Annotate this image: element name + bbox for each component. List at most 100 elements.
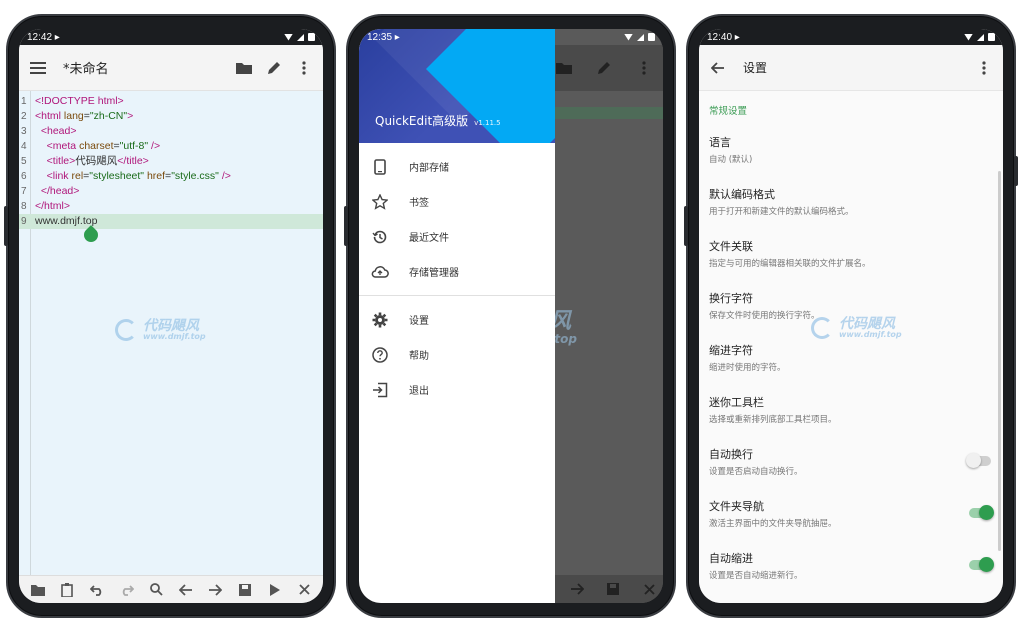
folder-open-icon[interactable]	[233, 57, 255, 79]
screenshot-stage: 12:42 ▸ *未命名 1 <!DOCTYPE html> 2 <html l…	[0, 0, 1024, 630]
help-icon	[371, 346, 389, 364]
redo-icon[interactable]	[117, 580, 137, 600]
drawer-menu-bottom: 设置帮助退出	[359, 302, 555, 407]
code-line[interactable]: 6 <link rel="stylesheet" href="style.css…	[19, 169, 323, 184]
settings-item-title: 默认编码格式	[709, 187, 775, 201]
drawer-item-label: 退出	[409, 386, 429, 397]
close-icon[interactable]	[294, 580, 314, 600]
code-lines: 1 <!DOCTYPE html> 2 <html lang="zh-CN"> 3 <h…	[19, 91, 323, 229]
navigation-drawer: 12:35 ▸ QuickEdit高级版 v1.11.5 内部存储 书签 最近文件 存储…	[359, 29, 555, 603]
arrow-right-icon[interactable]	[205, 580, 225, 600]
code-line[interactable]: 3 <head>	[19, 124, 323, 139]
drawer-item-history[interactable]: 最近文件	[359, 219, 555, 254]
drawer-item-phone-storage[interactable]: 内部存储	[359, 149, 555, 184]
drawer-menu-top: 内部存储书签最近文件存储管理器	[359, 149, 555, 289]
code-line[interactable]: 2 <html lang="zh-CN">	[19, 109, 323, 124]
drawer-divider	[359, 295, 555, 296]
drawer-item-cloud[interactable]: 存储管理器	[359, 254, 555, 289]
drawer-item-gear[interactable]: 设置	[359, 302, 555, 337]
settings-item[interactable]: 默认编码格式 用于打开和新建文件的默认编码格式。	[709, 175, 1003, 227]
clipboard-icon[interactable]	[57, 580, 77, 600]
settings-item-summary: 指定与可用的编辑器相关联的文件扩展名。	[709, 258, 871, 269]
app-version: v1.11.5	[474, 119, 501, 127]
status-bar: 12:42 ▸	[19, 29, 323, 45]
editor-bottom-toolbar	[19, 575, 323, 603]
section-header: 常规设置	[709, 106, 748, 117]
toggle-switch[interactable]	[966, 453, 991, 468]
watermark-url: www.dmjf.top	[839, 330, 902, 339]
phone-drawer: 代码飓风 www.dmjf.top 12:35 ▸ QuickEdit高级版v1…	[344, 14, 676, 618]
settings-item[interactable]: 自动缩进 设置是否自动缩进新行。	[709, 539, 1003, 591]
drawer-item-label: 最近文件	[409, 233, 449, 244]
settings-item[interactable]: 自动换行 设置是否启动自动换行。	[709, 435, 1003, 487]
code-editor[interactable]: 1 <!DOCTYPE html> 2 <html lang="zh-CN"> 3 <h…	[19, 91, 323, 575]
toggle-switch[interactable]	[969, 557, 994, 572]
drawer-item-star[interactable]: 书签	[359, 184, 555, 219]
toggle-switch[interactable]	[969, 505, 994, 520]
search-icon[interactable]	[146, 580, 166, 600]
settings-item-title: 语言	[709, 135, 731, 149]
file-title: *未命名	[63, 62, 109, 77]
settings-item-summary: 激活主界面中的文件夹导航抽屉。	[709, 518, 837, 529]
back-arrow-icon[interactable]	[707, 57, 729, 79]
settings-item[interactable]: 迷你工具栏 选择或重新排列底部工具栏项目。	[709, 383, 1003, 435]
code-line[interactable]: 1 <!DOCTYPE html>	[19, 94, 323, 109]
watermark-cn: 代码飓风	[143, 318, 199, 334]
line-number: 7	[21, 186, 27, 197]
code-line[interactable]: 4 <meta charset="utf-8" />	[19, 139, 323, 154]
arrow-right-icon	[566, 578, 588, 600]
more-vert-icon[interactable]	[293, 57, 315, 79]
watermark: 代码飓风 www.dmjf.top	[811, 317, 902, 339]
settings-appbar: 设置	[699, 45, 1003, 91]
code-text: <meta charset="utf-8" />	[46, 140, 161, 152]
settings-item-summary: 自动 (默认)	[709, 154, 753, 165]
folder-open-icon	[553, 57, 575, 79]
settings-item[interactable]: 语言自动 (默认)	[709, 123, 1003, 175]
settings-item-title: 文件夹导航	[709, 499, 764, 513]
watermark-logo-icon	[811, 317, 833, 339]
settings-item-title: 自动缩进	[709, 551, 753, 565]
pencil-icon[interactable]	[263, 57, 285, 79]
status-icons	[603, 29, 663, 45]
watermark-url: www.dmjf.top	[143, 332, 206, 341]
settings-item[interactable]: 后退键撤销	[709, 591, 1003, 603]
arrow-left-icon[interactable]	[176, 580, 196, 600]
menu-icon[interactable]	[27, 57, 49, 79]
code-line[interactable]: 7 </head>	[19, 184, 323, 199]
play-icon[interactable]	[265, 580, 285, 600]
code-text: <html lang="zh-CN">	[35, 110, 134, 122]
drawer-item-label: 帮助	[409, 351, 429, 362]
settings-item-summary: 设置是否启动自动换行。	[709, 466, 803, 477]
undo-icon[interactable]	[87, 580, 107, 600]
settings-item[interactable]: 文件夹导航激活主界面中的文件夹导航抽屉。	[709, 487, 1003, 539]
more-vert-icon[interactable]	[973, 57, 995, 79]
cloud-icon	[371, 263, 389, 281]
line-number: 3	[21, 126, 27, 137]
drawer-item-label: 书签	[409, 198, 429, 209]
phone-settings: 12:40 ▸ 设置 常规设置 语言 自动 (默认) 默认编码格式 用于打开和新建文件…	[684, 14, 1018, 618]
line-number: 2	[21, 111, 27, 122]
save-icon	[602, 578, 624, 600]
drawer-item-exit[interactable]: 退出	[359, 372, 555, 407]
code-line[interactable]: 9 www.dmjf.top	[19, 214, 323, 229]
gear-icon	[371, 311, 389, 329]
drawer-item-help[interactable]: 帮助	[359, 337, 555, 372]
code-text: </html>	[35, 200, 71, 212]
settings-list: 常规设置 语言 自动 (默认) 默认编码格式 用于打开和新建文件的默认编码格式。 文件关…	[699, 91, 1003, 603]
settings-item[interactable]: 文件关联 指定与可用的编辑器相关联的文件扩展名。	[709, 227, 1003, 279]
code-line[interactable]: 8 </html>	[19, 199, 323, 214]
editor-screen: 12:42 ▸ *未命名 1 <!DOCTYPE html> 2 <html l…	[19, 29, 323, 603]
star-icon	[371, 193, 389, 211]
close-icon	[638, 578, 660, 600]
phone-editor: 12:42 ▸ *未命名 1 <!DOCTYPE html> 2 <html l…	[4, 14, 336, 618]
code-line[interactable]: 5 <title>代码飓风</title>	[19, 154, 323, 169]
drawer-item-label: 存储管理器	[409, 268, 459, 279]
editor-appbar: *未命名	[19, 45, 323, 91]
line-number: 4	[21, 141, 27, 152]
scrollbar[interactable]	[998, 171, 1001, 551]
drawer-screen: 代码飓风 www.dmjf.top 12:35 ▸ QuickEdit高级版v1…	[359, 29, 663, 603]
folder-icon[interactable]	[28, 580, 48, 600]
save-icon[interactable]	[235, 580, 255, 600]
status-bar: 12:40 ▸	[699, 29, 1003, 45]
status-time: 12:35	[367, 31, 393, 43]
